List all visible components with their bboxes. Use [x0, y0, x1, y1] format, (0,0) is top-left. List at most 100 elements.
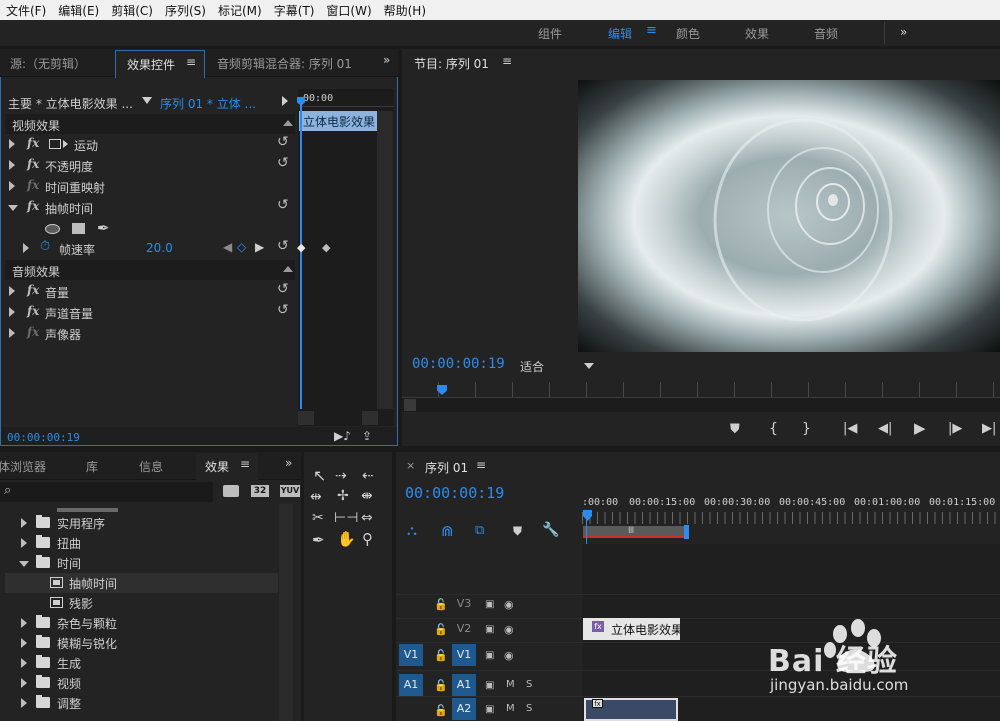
- tab-audio-clip-mixer[interactable]: 音频剪辑混合器: 序列 01: [217, 55, 352, 72]
- prev-keyframe-icon[interactable]: ◀: [223, 240, 232, 254]
- track-name-v1[interactable]: V1: [452, 644, 476, 666]
- tab-menu-icon[interactable]: ≡: [186, 55, 196, 69]
- effects-item-echo[interactable]: 残影: [5, 593, 278, 613]
- workspace-audio[interactable]: 音频: [814, 25, 838, 42]
- lock-icon[interactable]: 🔓: [434, 598, 448, 611]
- workspace-menu-icon[interactable]: ≡: [646, 23, 657, 38]
- step-forward-icon[interactable]: |▶: [948, 421, 962, 436]
- reset-icon[interactable]: ↺: [277, 281, 289, 297]
- play-only-icon[interactable]: [282, 96, 288, 106]
- snap-icon[interactable]: ⋒: [441, 522, 454, 540]
- effect-row-channel-volume[interactable]: fx 声道音量 ↺: [5, 302, 295, 323]
- track-target-a1[interactable]: A1: [399, 674, 423, 696]
- add-marker-icon[interactable]: ⛊: [513, 524, 522, 539]
- expand-triangle-icon[interactable]: [21, 538, 27, 548]
- effects-folder-video[interactable]: 视频: [18, 673, 278, 693]
- collapse-up-icon[interactable]: [283, 266, 293, 272]
- effects-folder-blur-sharpen[interactable]: 模糊与锐化: [18, 633, 278, 653]
- tab-effects-box[interactable]: 效果 ≡: [196, 453, 258, 481]
- rectangle-mask-icon[interactable]: [72, 223, 85, 234]
- workspace-effects[interactable]: 效果: [745, 25, 769, 42]
- menu-marker[interactable]: 标记(M): [212, 2, 268, 19]
- zoom-tool-icon[interactable]: ⚲: [362, 530, 373, 548]
- effects-item-posterize-time[interactable]: 抽帧时间: [5, 573, 278, 593]
- expand-triangle-icon[interactable]: [21, 698, 27, 708]
- effects-folder-utility[interactable]: 实用程序: [18, 513, 278, 533]
- linked-selection-icon[interactable]: ⧉: [475, 523, 484, 538]
- rate-stretch-tool-icon[interactable]: ⇼: [361, 488, 373, 504]
- expand-triangle-icon[interactable]: [9, 328, 15, 338]
- expand-triangle-icon[interactable]: [9, 286, 15, 296]
- panel-menu-icon[interactable]: ≡: [502, 54, 512, 68]
- timeline-title[interactable]: 序列 01: [425, 459, 468, 476]
- tab-libraries[interactable]: 库: [86, 458, 98, 475]
- menu-clip[interactable]: 剪辑(C): [105, 2, 159, 19]
- monitor-ruler[interactable]: [402, 382, 1000, 398]
- effects-scrollbar[interactable]: [279, 504, 293, 721]
- pen-tool-icon[interactable]: ✒: [312, 531, 325, 549]
- fx-icon[interactable]: fx: [27, 136, 39, 150]
- reset-icon[interactable]: ↺: [277, 302, 289, 318]
- solo-button[interactable]: S: [526, 679, 532, 690]
- menu-sequence[interactable]: 序列(S): [159, 2, 212, 19]
- track-select-backward-icon[interactable]: ⇠: [362, 468, 374, 484]
- mark-in-icon[interactable]: {: [769, 421, 778, 437]
- play-icon[interactable]: ▶: [914, 419, 926, 437]
- slide-tool-icon[interactable]: ⇔: [361, 510, 373, 526]
- 32bit-filter-icon[interactable]: 32: [251, 485, 269, 497]
- expand-triangle-icon[interactable]: [21, 658, 27, 668]
- chevron-down-icon[interactable]: [142, 97, 152, 104]
- yuv-filter-icon[interactable]: YUV: [280, 485, 300, 497]
- sync-lock-icon[interactable]: ▣: [485, 650, 494, 661]
- add-marker-icon[interactable]: ⛊: [730, 422, 740, 437]
- menu-window[interactable]: 窗口(W): [320, 2, 377, 19]
- param-row-frame-rate[interactable]: ⏱ 帧速率 20.0 ◀ ◇ ▶ ↺: [5, 238, 295, 259]
- effects-search-input[interactable]: [0, 482, 213, 502]
- master-clip-label[interactable]: 主要 * 立体电影效果 ...: [8, 95, 133, 112]
- track-name-a1[interactable]: A1: [452, 674, 476, 696]
- workspace-editing[interactable]: 编辑: [608, 25, 632, 42]
- export-icon[interactable]: ⇪: [362, 429, 372, 443]
- panel-more-icon[interactable]: »: [383, 53, 390, 67]
- effects-folder-noise-grain[interactable]: 杂色与颗粒: [18, 613, 278, 633]
- selection-tool-icon[interactable]: ↖: [313, 466, 326, 485]
- menu-edit[interactable]: 编辑(E): [52, 2, 105, 19]
- timeline-ruler[interactable]: [582, 512, 1000, 524]
- expand-triangle-icon[interactable]: [21, 678, 27, 688]
- workspace-color[interactable]: 颜色: [676, 25, 700, 42]
- mark-out-icon[interactable]: }: [802, 421, 811, 437]
- effect-row-panner[interactable]: fx 声像器: [5, 323, 295, 344]
- pen-mask-icon[interactable]: ✒: [97, 219, 110, 237]
- next-keyframe-icon[interactable]: ▶: [255, 240, 264, 254]
- track-name-v2[interactable]: V2: [452, 618, 476, 640]
- reset-icon[interactable]: ↺: [277, 238, 289, 254]
- program-timecode[interactable]: 00:00:00:19: [412, 356, 505, 372]
- video-frame[interactable]: [578, 80, 1000, 352]
- workspace-more-button[interactable]: »: [900, 25, 907, 39]
- effects-folder-generate[interactable]: 生成: [18, 653, 278, 673]
- reset-icon[interactable]: ↺: [277, 134, 289, 150]
- effects-folder-adjust[interactable]: 调整: [18, 693, 278, 713]
- lock-icon[interactable]: 🔓: [434, 623, 448, 636]
- solo-button[interactable]: S: [526, 703, 532, 714]
- mini-playhead[interactable]: [300, 99, 302, 409]
- track-name-v3[interactable]: V3: [452, 593, 476, 615]
- sync-lock-icon[interactable]: ▣: [485, 680, 494, 691]
- expand-triangle-icon[interactable]: [21, 638, 27, 648]
- close-icon[interactable]: ×: [406, 459, 415, 472]
- panel-menu-icon[interactable]: ≡: [476, 458, 486, 472]
- program-monitor-title[interactable]: 节目: 序列 01: [414, 55, 489, 72]
- menu-file[interactable]: 文件(F): [0, 2, 52, 19]
- expand-triangle-icon[interactable]: [9, 160, 15, 170]
- expand-triangle-icon[interactable]: [9, 181, 15, 191]
- lock-icon[interactable]: 🔓: [434, 704, 448, 717]
- sync-lock-icon[interactable]: ▣: [485, 624, 494, 635]
- chevron-down-icon[interactable]: [584, 363, 594, 369]
- workspace-assembly[interactable]: 组件: [538, 25, 562, 42]
- eye-icon[interactable]: ◉: [504, 623, 514, 636]
- reset-icon[interactable]: ↺: [277, 155, 289, 171]
- effect-controls-timecode[interactable]: 00:00:00:19: [7, 431, 80, 444]
- tab-effect-controls-box[interactable]: 效果控件 ≡: [115, 50, 205, 78]
- fx-icon[interactable]: fx: [27, 157, 39, 171]
- effect-row-volume[interactable]: fx 音量 ↺: [5, 281, 295, 302]
